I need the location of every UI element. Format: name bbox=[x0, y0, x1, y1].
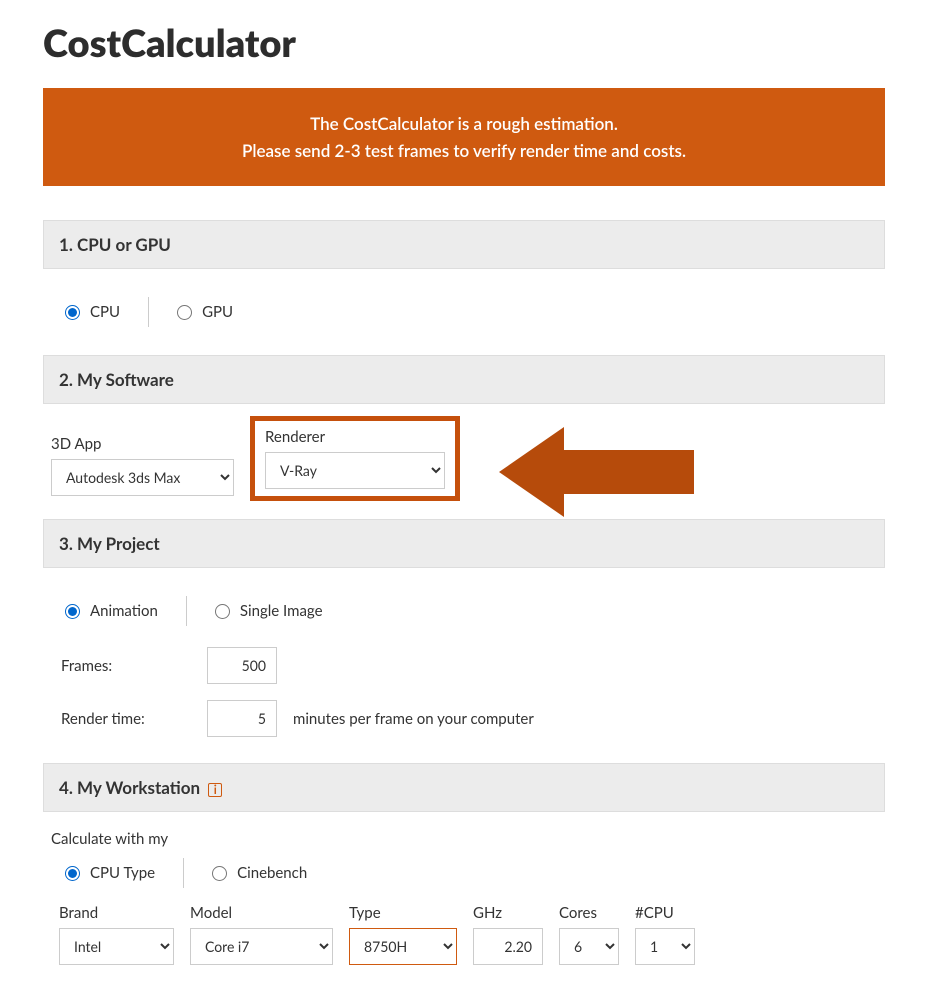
label-3d-app: 3D App bbox=[51, 435, 234, 453]
radio-gpu-label: GPU bbox=[202, 303, 233, 321]
radio-cpu[interactable]: CPU bbox=[65, 303, 120, 321]
radio-animation-input[interactable] bbox=[65, 604, 80, 619]
banner-line-1: The CostCalculator is a rough estimation… bbox=[63, 110, 865, 137]
label-model: Model bbox=[190, 904, 333, 922]
section-header-1: 1. CPU or GPU bbox=[43, 220, 885, 269]
select-3d-app[interactable]: Autodesk 3ds Max bbox=[51, 459, 234, 496]
notice-banner: The CostCalculator is a rough estimation… bbox=[43, 88, 885, 186]
select-renderer[interactable]: V-Ray bbox=[265, 452, 445, 489]
divider bbox=[186, 596, 187, 626]
attention-arrow-icon bbox=[499, 427, 699, 521]
highlight-renderer: Renderer V-Ray bbox=[250, 416, 460, 501]
page-title: CostCalculator bbox=[43, 20, 885, 66]
info-icon[interactable]: i bbox=[208, 783, 222, 797]
radio-animation-label: Animation bbox=[90, 602, 158, 620]
label-renderer: Renderer bbox=[265, 428, 445, 446]
label-type: Type bbox=[349, 904, 457, 922]
radio-single-image-label: Single Image bbox=[240, 602, 323, 620]
section-header-3: 3. My Project bbox=[43, 519, 885, 568]
label-rendertime: Render time: bbox=[61, 710, 191, 728]
radio-gpu-input[interactable] bbox=[177, 305, 192, 320]
radio-animation[interactable]: Animation bbox=[65, 602, 158, 620]
radio-cpu-label: CPU bbox=[90, 303, 120, 321]
label-cpucount: #CPU bbox=[635, 904, 695, 922]
select-cores[interactable]: 6 bbox=[559, 928, 619, 965]
section-header-4: 4. My Workstation i bbox=[43, 763, 885, 812]
select-brand[interactable]: Intel bbox=[59, 928, 174, 965]
radio-cinebench-label: Cinebench bbox=[237, 864, 307, 882]
radio-cinebench[interactable]: Cinebench bbox=[212, 864, 307, 882]
radio-gpu[interactable]: GPU bbox=[177, 303, 233, 321]
input-frames[interactable] bbox=[207, 647, 277, 684]
radio-cpu-input[interactable] bbox=[65, 305, 80, 320]
section-workstation: 4. My Workstation i Calculate with my CP… bbox=[43, 763, 885, 983]
radio-cpu-type-label: CPU Type bbox=[90, 864, 155, 882]
radio-single-image[interactable]: Single Image bbox=[215, 602, 323, 620]
version-text-obscured: 1,2 bbox=[551, 454, 572, 472]
section-software: 2. My Software 3D App Autodesk 3ds Max R… bbox=[43, 355, 885, 519]
label-cores: Cores bbox=[559, 904, 619, 922]
radio-cinebench-input[interactable] bbox=[212, 866, 227, 881]
input-ghz[interactable] bbox=[473, 928, 543, 965]
section-header-2: 2. My Software bbox=[43, 355, 885, 404]
input-rendertime[interactable] bbox=[207, 700, 277, 737]
divider bbox=[148, 297, 149, 327]
radio-cpu-type[interactable]: CPU Type bbox=[65, 864, 155, 882]
label-calculate-with: Calculate with my bbox=[51, 830, 877, 854]
label-rendertime-suffix: minutes per frame on your computer bbox=[293, 710, 534, 728]
section-project: 3. My Project Animation Single Image Fra… bbox=[43, 519, 885, 763]
label-frames: Frames: bbox=[61, 657, 191, 675]
select-cpucount[interactable]: 1 bbox=[635, 928, 695, 965]
label-brand: Brand bbox=[59, 904, 174, 922]
select-model[interactable]: Core i7 bbox=[190, 928, 333, 965]
section-cpu-gpu: 1. CPU or GPU CPU GPU bbox=[43, 220, 885, 355]
radio-cpu-type-input[interactable] bbox=[65, 866, 80, 881]
label-ghz: GHz bbox=[473, 904, 543, 922]
radio-single-image-input[interactable] bbox=[215, 604, 230, 619]
select-type[interactable]: 8750H bbox=[349, 928, 457, 965]
divider bbox=[183, 858, 184, 888]
banner-line-2: Please send 2-3 test frames to verify re… bbox=[63, 137, 865, 164]
